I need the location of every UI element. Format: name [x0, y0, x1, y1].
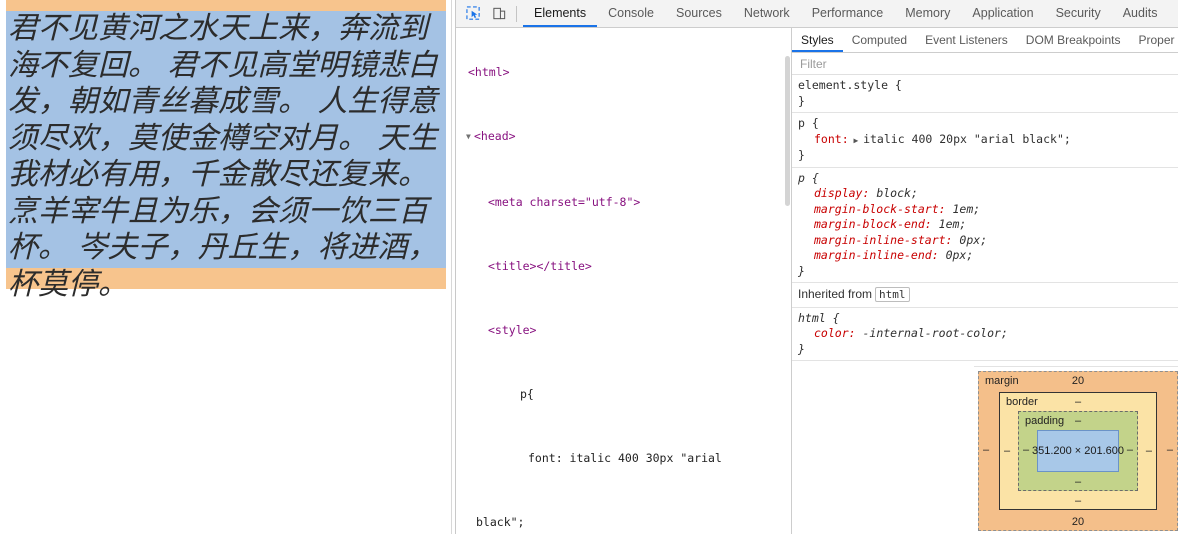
dom-tree-pane[interactable]: <html> ▼ <head> <meta charset="utf-8"> <t…	[456, 28, 792, 534]
dom-line-css-1: p{	[456, 386, 791, 402]
device-toolbar-icon[interactable]	[486, 2, 512, 26]
box-model-margin-bottom-value[interactable]: 20	[979, 516, 1177, 528]
ua-value-margin-inline-end: 0px;	[945, 248, 974, 262]
ua-prop-margin-inline-start: margin-inline-start:	[814, 232, 953, 247]
devtools-panel: Elements Console Sources Network Perform…	[456, 0, 1178, 534]
tab-audits[interactable]: Audits	[1112, 0, 1169, 27]
box-model-border-left-value[interactable]: –	[1004, 445, 1010, 457]
rule-p-author[interactable]: p { font: ▶ italic 400 20px "arial black…	[792, 113, 1178, 168]
rule-prop-font[interactable]: font:	[814, 132, 849, 146]
inherited-from-element-chip[interactable]: html	[875, 287, 910, 302]
box-model-border-top-value[interactable]: –	[1000, 396, 1156, 408]
ua-value-display: block;	[876, 186, 918, 200]
ua-prop-margin-block-start: margin-block-start:	[814, 201, 946, 216]
box-model-border-region[interactable]: border – – – – padding – – – – 351.200 ×…	[999, 392, 1157, 510]
dom-line-css-3: black";	[456, 514, 791, 530]
box-model-padding-right-value[interactable]: –	[1127, 444, 1133, 456]
rule-close-p: }	[798, 148, 805, 162]
html-rule-close: }	[798, 341, 805, 356]
dom-line-title[interactable]: <title></title>	[456, 258, 791, 274]
dom-css-text-3: black";	[476, 515, 525, 529]
dom-line-head-open[interactable]: ▼ <head>	[456, 128, 791, 146]
html-prop-color: color:	[814, 326, 856, 340]
toolbar-separator	[516, 5, 517, 22]
disclosure-triangle-icon[interactable]: ▼	[466, 129, 474, 145]
rule-html-useragent[interactable]: html { color: -internal-root-color; }	[792, 308, 1178, 361]
box-model-margin-region[interactable]: margin 20 20 – – border – – – – padding …	[978, 371, 1178, 531]
inspect-element-icon[interactable]	[460, 2, 486, 26]
rule-close-element-style: }	[798, 93, 805, 108]
dom-css-text-1: p{	[520, 387, 534, 401]
dom-line-meta[interactable]: <meta charset="utf-8">	[456, 194, 791, 210]
ua-rule-selector-p: p {	[798, 170, 819, 185]
devtools-toolbar: Elements Console Sources Network Perform…	[456, 0, 1178, 28]
box-model-padding-left-value[interactable]: –	[1023, 444, 1029, 456]
dom-css-text-2: font: italic 400 30px "arial	[528, 451, 722, 465]
tab-computed[interactable]: Computed	[843, 28, 916, 52]
expand-shorthand-icon[interactable]: ▶	[849, 136, 863, 145]
devtools-body: <html> ▼ <head> <meta charset="utf-8"> <t…	[456, 28, 1178, 534]
dom-line-html-open[interactable]: <html>	[456, 64, 791, 80]
dom-line-style-open[interactable]: <style>	[456, 322, 791, 338]
tab-elements[interactable]: Elements	[523, 0, 597, 27]
box-model-content-size[interactable]: 351.200 × 201.600	[1032, 430, 1124, 472]
ua-prop-display: display:	[814, 186, 870, 200]
inherited-from-header: Inherited from html	[792, 283, 1178, 308]
box-model-padding-region[interactable]: padding – – – – 351.200 × 201.600	[1018, 411, 1138, 491]
box-model-padding-top-value[interactable]: –	[1019, 415, 1137, 427]
box-model-margin-right-value[interactable]: –	[1167, 444, 1173, 456]
box-model-margin-top-value[interactable]: 20	[979, 375, 1177, 387]
box-model-margin-left-value[interactable]: –	[983, 444, 989, 456]
box-model-border-bottom-value[interactable]: –	[1000, 495, 1156, 507]
dom-line-css-2: font: italic 400 30px "arial	[456, 450, 791, 466]
rule-element-style[interactable]: element.style { }	[792, 75, 1178, 113]
tab-sources[interactable]: Sources	[665, 0, 733, 27]
tab-performance[interactable]: Performance	[801, 0, 895, 27]
ua-value-margin-inline-start: 0px;	[959, 232, 988, 247]
ua-rule-close: }	[798, 263, 805, 278]
dom-tree-scrollbar[interactable]	[785, 56, 790, 206]
tab-styles[interactable]: Styles	[792, 28, 843, 52]
dom-tag-title: <title></title>	[488, 259, 592, 273]
filter-placeholder-label: Filter	[800, 56, 827, 71]
rule-p-useragent[interactable]: p { display: block; margin-block-start: …	[792, 168, 1178, 283]
html-value-color: -internal-root-color;	[862, 326, 1008, 340]
tab-properties[interactable]: Proper	[1129, 28, 1178, 52]
ua-value-margin-block-end: 1em;	[938, 217, 967, 231]
page-pane-inner-divider	[451, 0, 452, 534]
tab-dom-breakpoints[interactable]: DOM Breakpoints	[1017, 28, 1130, 52]
ua-value-margin-block-start: 1em;	[952, 201, 981, 216]
dom-tag-style: <style>	[488, 323, 537, 337]
rendered-page-pane: 君不见黄河之水天上来，奔流到海不复回。 君不见高堂明镜悲白发，朝如青丝暮成雪。 …	[0, 0, 456, 534]
dom-tag-head: <head>	[474, 129, 516, 143]
tab-network[interactable]: Network	[733, 0, 801, 27]
rule-value-font[interactable]: italic 400 20px "arial black";	[863, 132, 1071, 146]
box-model-panel: margin 20 20 – – border – – – – padding …	[974, 366, 1178, 534]
styles-sidebar-pane: Styles Computed Event Listeners DOM Brea…	[792, 28, 1178, 534]
tab-event-listeners[interactable]: Event Listeners	[916, 28, 1017, 52]
box-model-border-right-value[interactable]: –	[1146, 445, 1152, 457]
page-paragraph-text: 君不见黄河之水天上来，奔流到海不复回。 君不见高堂明镜悲白发，朝如青丝暮成雪。 …	[8, 11, 438, 302]
tab-security[interactable]: Security	[1045, 0, 1112, 27]
html-rule-selector: html {	[798, 310, 840, 325]
devtools-window: 君不见黄河之水天上来，奔流到海不复回。 君不见高堂明镜悲白发，朝如青丝暮成雪。 …	[0, 0, 1178, 534]
styles-filter-input[interactable]: Filter	[792, 53, 1178, 75]
styles-sidebar-tabs: Styles Computed Event Listeners DOM Brea…	[792, 28, 1178, 53]
rule-selector-p: p {	[798, 116, 819, 130]
tab-console[interactable]: Console	[597, 0, 665, 27]
box-model-padding-bottom-value[interactable]: –	[1019, 476, 1137, 488]
ua-prop-margin-inline-end: margin-inline-end:	[814, 248, 939, 262]
rule-selector-element-style: element.style {	[798, 78, 902, 92]
ua-prop-margin-block-end: margin-block-end:	[814, 217, 932, 231]
dom-tag-meta: <meta charset="utf-8">	[488, 195, 641, 209]
tab-memory[interactable]: Memory	[894, 0, 961, 27]
tab-application[interactable]: Application	[961, 0, 1044, 27]
inherited-from-label: Inherited from	[798, 287, 873, 301]
dom-tag-html: <html>	[468, 65, 510, 79]
dom-tree: <html> ▼ <head> <meta charset="utf-8"> <t…	[456, 28, 791, 534]
